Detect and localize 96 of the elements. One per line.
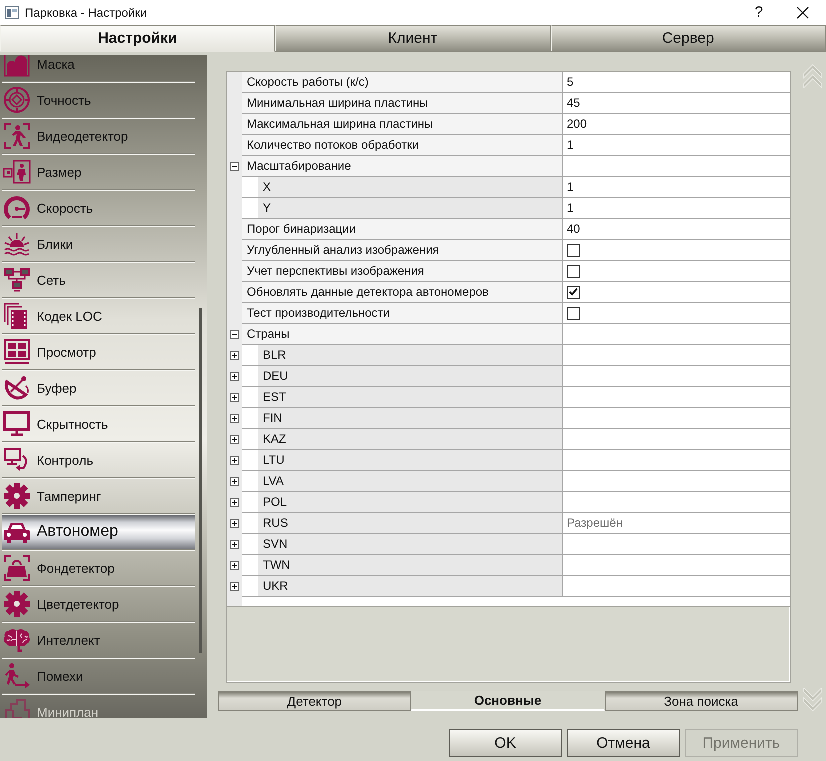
property-name: LVA <box>258 471 562 491</box>
sidebar-item[interactable]: Скрытность <box>2 406 195 442</box>
property-name: FIN <box>258 408 562 428</box>
cancel-button[interactable]: Отмена <box>567 729 680 757</box>
property-name: Страны <box>242 324 562 344</box>
property-name: BLR <box>258 345 562 365</box>
sidebar-item[interactable]: Просмотр <box>2 334 195 370</box>
sidebar-item[interactable]: Цветдетектор <box>2 586 195 622</box>
close-icon[interactable] <box>797 6 809 18</box>
checkmark-icon <box>569 288 578 296</box>
person-arrow-icon <box>3 662 31 690</box>
tab[interactable]: Детектор <box>218 691 412 711</box>
tab[interactable]: Зона поиска <box>604 691 798 711</box>
floor-plan-icon <box>3 698 31 718</box>
plus-box-icon[interactable] <box>230 561 239 570</box>
property-name: Максимальная ширина пластины <box>242 114 562 134</box>
shape-frame-icon <box>3 55 31 78</box>
plus-box-icon[interactable] <box>230 477 239 486</box>
sidebar-item[interactable]: Кодек LOC <box>2 298 195 334</box>
property-name: TWN <box>258 555 562 575</box>
property-name: X <box>258 177 562 197</box>
sidebar-item[interactable]: Автономер <box>2 514 195 550</box>
property-name: DEU <box>258 366 562 386</box>
scrollbar-thumb[interactable] <box>199 308 202 653</box>
property-name: Масштабирование <box>242 156 562 176</box>
property-value[interactable]: 5 <box>567 75 574 89</box>
gauge-icon <box>3 194 31 222</box>
window-icon <box>5 6 19 19</box>
property-name: Y <box>258 198 562 218</box>
plus-box-icon[interactable] <box>230 435 239 444</box>
plus-box-icon[interactable] <box>230 540 239 549</box>
tab[interactable]: Настройки <box>0 25 276 52</box>
property-name: UKR <box>258 576 562 596</box>
property-name: Порог бинаризации <box>242 219 562 239</box>
sidebar-item[interactable]: Видеодетектор <box>2 118 195 154</box>
property-value[interactable]: 1 <box>567 138 574 152</box>
network-icon <box>3 266 31 294</box>
plus-box-icon[interactable] <box>230 498 239 507</box>
plus-box-icon[interactable] <box>230 351 239 360</box>
sidebar-item[interactable]: Буфер <box>2 370 195 406</box>
plus-box-icon[interactable] <box>230 372 239 381</box>
sidebar-item[interactable]: Помехи <box>2 658 195 694</box>
plus-box-icon[interactable] <box>230 519 239 528</box>
tab[interactable]: Клиент <box>275 25 551 52</box>
property-name: Количество потоков обработки <box>242 135 562 155</box>
window-title: Парковка - Настройки <box>25 6 148 20</box>
gear-icon <box>3 590 31 618</box>
bag-frame-icon <box>3 554 31 582</box>
property-name: Скорость работы (к/с) <box>242 72 562 92</box>
property-name: SVN <box>258 534 562 554</box>
sidebar-item[interactable]: Блики <box>2 226 195 262</box>
property-name: EST <box>258 387 562 407</box>
property-value[interactable]: 1 <box>567 201 574 215</box>
sidebar-item[interactable]: Маска <box>2 55 195 82</box>
sidebar-item[interactable]: Точность <box>2 82 195 118</box>
property-value: Разрешён <box>567 516 623 530</box>
checkbox[interactable] <box>567 286 580 298</box>
sidebar-item[interactable]: Фондетектор <box>2 550 195 586</box>
property-name: Тест производительности <box>242 303 562 323</box>
gear-icon <box>3 482 31 510</box>
property-name: POL <box>258 492 562 512</box>
checkbox[interactable] <box>567 264 580 278</box>
plus-box-icon[interactable] <box>230 456 239 465</box>
property-name: KAZ <box>258 429 562 449</box>
property-value[interactable]: 40 <box>567 222 580 236</box>
person-frame-icon <box>3 122 31 150</box>
tab[interactable]: Сервер <box>550 25 826 52</box>
target-icon <box>3 86 31 114</box>
checkbox[interactable] <box>567 306 580 320</box>
property-value[interactable]: 45 <box>567 96 580 110</box>
dish-icon <box>3 374 31 402</box>
sunset-icon <box>3 230 31 258</box>
property-name: Обновлять данные детектора автономеров <box>242 282 562 302</box>
plus-box-icon[interactable] <box>230 393 239 402</box>
monitor-grid-icon <box>3 338 31 366</box>
ok-button[interactable]: OK <box>449 729 562 757</box>
sidebar-item[interactable]: Интеллект <box>2 622 195 658</box>
help-button[interactable]: ? <box>750 2 768 22</box>
property-name: RUS <box>258 513 562 533</box>
plus-box-icon[interactable] <box>230 582 239 591</box>
monitor-icon <box>3 410 31 438</box>
minus-box-icon[interactable] <box>230 162 239 171</box>
minus-box-icon[interactable] <box>230 330 239 339</box>
plus-box-icon[interactable] <box>230 414 239 423</box>
sidebar-item[interactable]: Скорость <box>2 190 195 226</box>
property-name: Углубленный анализ изображения <box>242 240 562 260</box>
person-size-icon <box>3 158 31 186</box>
property-value[interactable]: 1 <box>567 180 574 194</box>
property-name: LTU <box>258 450 562 470</box>
property-value[interactable]: 200 <box>567 117 588 131</box>
checkbox[interactable] <box>567 244 580 256</box>
sidebar-item[interactable]: Контроль <box>2 442 195 478</box>
sidebar-item[interactable]: Размер <box>2 154 195 190</box>
property-name: Минимальная ширина пластины <box>242 93 562 113</box>
sidebar-item[interactable]: Сеть <box>2 262 195 298</box>
property-name: Учет перспективы изображения <box>242 261 562 281</box>
